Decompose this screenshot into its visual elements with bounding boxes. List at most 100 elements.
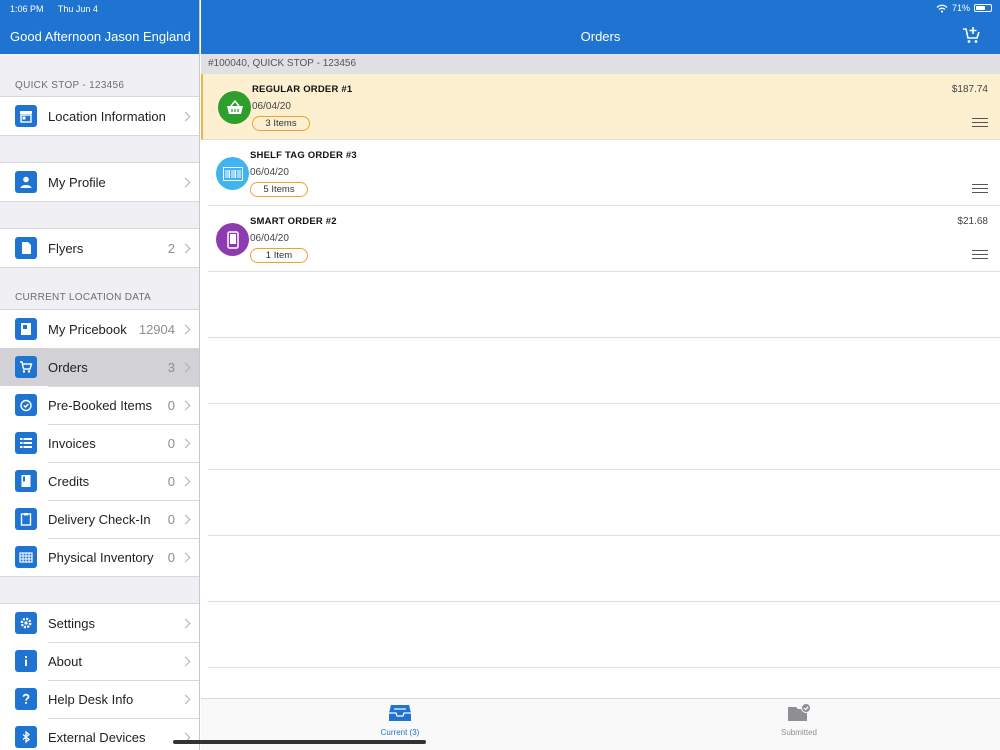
- sidebar-item-pre-booked-items[interactable]: Pre-Booked Items 0: [0, 386, 199, 424]
- battery-fill: [976, 6, 986, 10]
- empty-row: [208, 602, 1000, 668]
- chevron-right-icon: [180, 177, 191, 187]
- chevron-right-icon: [180, 514, 191, 524]
- folder-check-icon: [788, 703, 811, 721]
- status-date: Thu Jun 4: [57, 4, 98, 14]
- chevron-right-icon: [180, 243, 191, 253]
- sidebar-item-location-information[interactable]: Location Information: [0, 97, 199, 135]
- basket-icon: [218, 91, 251, 124]
- bluetooth-icon: [15, 726, 37, 748]
- order-title: REGULAR ORDER #1: [252, 84, 353, 95]
- tab-current[interactable]: Current (3): [340, 703, 460, 737]
- order-date: 06/04/20: [250, 233, 289, 244]
- sidebar-item-label: My Pricebook: [48, 321, 127, 337]
- drag-handle-icon[interactable]: [972, 118, 988, 127]
- empty-row: [208, 338, 1000, 404]
- invoices-count: 0: [167, 435, 175, 451]
- orders-count: 3: [167, 359, 175, 375]
- empty-row: [208, 536, 1000, 602]
- chevron-right-icon: [180, 362, 191, 372]
- inbox-tray-icon: [389, 705, 411, 721]
- home-indicator[interactable]: [173, 740, 426, 744]
- drag-handle-icon[interactable]: [972, 184, 988, 193]
- chevron-right-icon: [180, 111, 191, 121]
- clipboard-icon: [15, 508, 37, 530]
- order-row[interactable]: SMART ORDER #2 06/04/20 1 Item $21.68: [208, 206, 1000, 272]
- tab-submitted[interactable]: Submitted: [739, 703, 859, 737]
- order-items-badge: 3 Items: [252, 116, 310, 131]
- order-items-badge: 5 Items: [250, 182, 308, 197]
- barcode-icon: [216, 157, 249, 190]
- empty-row: [208, 470, 1000, 536]
- chevron-right-icon: [180, 476, 191, 486]
- cart-plus-icon: [963, 27, 980, 43]
- chevron-right-icon: [180, 618, 191, 628]
- order-date: 06/04/20: [250, 167, 289, 178]
- sidebar-item-physical-inventory[interactable]: Physical Inventory 0: [0, 538, 199, 576]
- settings-group: Settings About Help Desk Info External D…: [0, 603, 199, 750]
- sidebar-item-label: Delivery Check-In: [48, 511, 151, 527]
- location-data-group: My Pricebook 12904 Orders 3 Pre-Booked I…: [0, 309, 199, 577]
- info-icon: [15, 650, 37, 672]
- order-title: SHELF TAG ORDER #3: [250, 150, 357, 161]
- gear-icon: [15, 612, 37, 634]
- pricebook-icon: [15, 318, 37, 340]
- alarm-check-icon: [15, 394, 37, 416]
- flyers-group: Flyers 2: [0, 228, 199, 268]
- order-items-badge: 1 Item: [250, 248, 308, 263]
- chevron-right-icon: [180, 400, 191, 410]
- tab-label: Submitted: [780, 728, 818, 737]
- sidebar-item-flyers[interactable]: Flyers 2: [0, 229, 199, 267]
- chevron-right-icon: [180, 552, 191, 562]
- battery-icon: [974, 4, 992, 12]
- sidebar-item-label: Invoices: [48, 435, 96, 451]
- inventory-grid-icon: [15, 546, 37, 568]
- sidebar-item-label: Physical Inventory: [48, 549, 154, 565]
- add-to-cart-button[interactable]: [962, 26, 984, 46]
- sidebar-item-credits[interactable]: Credits 0: [0, 462, 199, 500]
- tab-label: Current (3): [380, 728, 420, 737]
- cart-icon: [15, 356, 37, 378]
- chevron-right-icon: [180, 324, 191, 334]
- status-bar-right: 71%: [936, 3, 992, 13]
- pricebook-count: 12904: [138, 321, 175, 337]
- sidebar-item-label: Credits: [48, 473, 90, 489]
- sidebar-item-label: Orders: [48, 359, 88, 375]
- store-icon: [15, 105, 37, 127]
- sidebar-item-label: Pre-Booked Items: [48, 397, 153, 413]
- empty-row: [208, 272, 1000, 338]
- sidebar-item-settings[interactable]: Settings: [0, 604, 199, 642]
- credit-book-icon: [15, 470, 37, 492]
- sidebar-item-label: External Devices: [48, 729, 146, 745]
- sidebar-item-label: Settings: [48, 615, 95, 631]
- sidebar-item-delivery-check-in[interactable]: Delivery Check-In 0: [0, 500, 199, 538]
- sidebar-item-label: About: [48, 653, 82, 669]
- location-data-section-label: CURRENT LOCATION DATA: [15, 292, 152, 303]
- order-title: SMART ORDER #2: [250, 216, 337, 227]
- sidebar-item-label: Flyers: [48, 240, 84, 256]
- sidebar: 1:06 PM Thu Jun 4 Good Afternoon Jason E…: [0, 0, 200, 750]
- battery-percent: 71%: [951, 3, 970, 13]
- inventory-count: 0: [167, 549, 175, 565]
- sidebar-item-my-profile[interactable]: My Profile: [0, 163, 199, 201]
- sidebar-item-about[interactable]: About: [0, 642, 199, 680]
- orders-header: 71% Orders: [201, 0, 1000, 54]
- sidebar-item-help-desk-info[interactable]: Help Desk Info: [0, 680, 199, 718]
- status-time: 1:06 PM: [10, 4, 44, 14]
- sidebar-item-my-pricebook[interactable]: My Pricebook 12904: [0, 310, 199, 348]
- chevron-right-icon: [180, 438, 191, 448]
- sidebar-item-label: My Profile: [48, 174, 106, 190]
- profile-group: My Profile: [0, 162, 199, 202]
- location-group: Location Information: [0, 96, 199, 136]
- sidebar-item-orders[interactable]: Orders 3: [0, 348, 199, 386]
- flyer-icon: [15, 237, 37, 259]
- sidebar-item-invoices[interactable]: Invoices 0: [0, 424, 199, 462]
- order-date: 06/04/20: [252, 101, 291, 112]
- order-row[interactable]: SHELF TAG ORDER #3 06/04/20 5 Items: [208, 140, 1000, 206]
- order-row[interactable]: REGULAR ORDER #1 06/04/20 3 Items $187.7…: [201, 74, 1000, 140]
- status-bar-left: 1:06 PM Thu Jun 4: [10, 4, 110, 14]
- chevron-right-icon: [180, 694, 191, 704]
- sidebar-item-external-devices[interactable]: External Devices: [0, 718, 199, 750]
- chevron-right-icon: [180, 656, 191, 666]
- drag-handle-icon[interactable]: [972, 250, 988, 259]
